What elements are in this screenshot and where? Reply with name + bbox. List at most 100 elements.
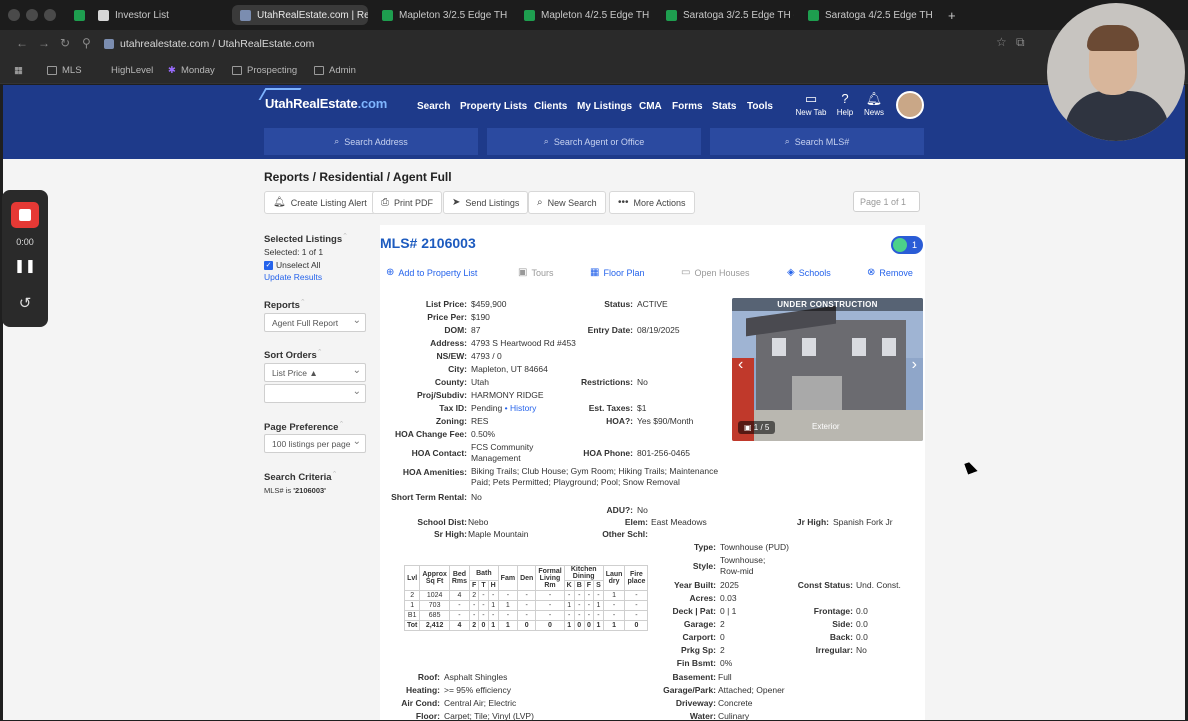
new-tab-tool[interactable]: ▭ New Tab xyxy=(794,92,828,118)
send-listings-button[interactable]: ➤ Send Listings xyxy=(443,191,529,214)
field-label: Sr High: xyxy=(433,529,467,539)
new-tab-button[interactable]: + xyxy=(940,5,960,25)
button-label: Send Listings xyxy=(465,197,520,208)
reload-icon[interactable]: ↻ xyxy=(60,36,70,50)
search-icon: ⌕ xyxy=(537,197,543,208)
bookmark-admin[interactable]: Admin xyxy=(314,65,356,76)
floor-plan-button[interactable]: ▦ Floor Plan xyxy=(590,267,644,278)
unselect-all-checkbox[interactable]: ✓ Unselect All xyxy=(264,260,320,271)
extensions-icon[interactable]: ⧉ xyxy=(1016,35,1025,50)
short-term-rental-value: No xyxy=(471,492,482,502)
mls-number-title[interactable]: MLS# 2106003 xyxy=(380,235,476,251)
print-pdf-button[interactable]: ⎙ Print PDF xyxy=(372,191,443,214)
search-agent-field[interactable]: ⌕ Search Agent or Office xyxy=(487,128,701,155)
bookmark-mls[interactable]: MLS xyxy=(47,65,82,76)
nav-clients[interactable]: Clients xyxy=(534,101,567,112)
nav-my-listings[interactable]: My Listings xyxy=(577,101,632,112)
history-link[interactable]: History xyxy=(510,403,536,413)
checkbox-checked-icon[interactable]: ✓ xyxy=(264,261,273,271)
search-criteria: MLS# is '2106003' xyxy=(264,486,326,495)
webcam-person-hair xyxy=(1087,25,1139,51)
photo-prev-icon[interactable]: ‹ xyxy=(738,356,743,374)
sort-order-select[interactable]: List Price ▲ xyxy=(264,363,366,382)
avatar[interactable] xyxy=(896,91,924,119)
sr-high-link[interactable]: Maple Mountain xyxy=(468,529,528,539)
table-row: 1 703- - -1 1- -1- -1- - xyxy=(403,600,649,611)
add-to-property-list-button[interactable]: ⊕ Add to Property List xyxy=(386,267,477,278)
subdivision-value: HARMONY RIDGE xyxy=(471,390,544,400)
bookmark-star-icon[interactable]: ☆ xyxy=(996,35,1007,49)
page-preference-select[interactable]: 100 listings per page xyxy=(264,434,366,453)
select-listing-toggle[interactable]: 1 xyxy=(891,236,923,254)
site-info-icon[interactable]: ⚲ xyxy=(82,36,91,50)
url-field[interactable]: utahrealestate.com / UtahRealEstate.com xyxy=(104,34,1034,54)
garage-park-value: Attached; Opener xyxy=(718,685,785,695)
new-search-button[interactable]: ⌕ New Search xyxy=(528,191,606,214)
list-price-value[interactable]: $459,900 xyxy=(471,299,506,309)
sort-order-select-2[interactable] xyxy=(264,384,366,403)
pause-icon[interactable]: ❚❚ xyxy=(2,258,48,274)
remove-button[interactable]: ⊗ Remove xyxy=(867,267,913,278)
update-results-link[interactable]: Update Results xyxy=(264,272,322,282)
col-header: Lvl xyxy=(403,565,421,591)
tours-button[interactable]: ▣ Tours xyxy=(518,267,553,278)
elementary-link[interactable]: East Meadows xyxy=(651,517,707,527)
address-link[interactable]: 4793 S Heartwood Rd #453 xyxy=(471,338,576,348)
nav-stats[interactable]: Stats xyxy=(712,101,736,112)
close-window-icon[interactable] xyxy=(8,9,20,21)
selected-count: Selected: 1 of 1 xyxy=(264,247,324,257)
webcam-overlay[interactable] xyxy=(1047,3,1185,141)
tab-mapleton-3[interactable]: Mapleton 3/2.5 Edge TH - G xyxy=(374,5,510,25)
reports-heading: Reports⌃ xyxy=(264,299,306,312)
nav-property-lists[interactable]: Property Lists xyxy=(460,101,527,112)
field-label: Heating: xyxy=(406,685,440,695)
tours-icon: ▣ xyxy=(518,267,528,278)
open-houses-button[interactable]: ▭ Open Houses xyxy=(681,267,750,278)
search-address-field[interactable]: ⌕ Search Address xyxy=(264,128,478,155)
tab-mapleton-4[interactable]: Mapleton 4/2.5 Edge TH - G xyxy=(516,5,652,25)
tab-saratoga-3[interactable]: Saratoga 3/2.5 Edge TH - G xyxy=(658,5,794,25)
more-actions-button[interactable]: ••• More Actions xyxy=(609,191,695,214)
side-value: 0.0 xyxy=(856,619,868,629)
tab-utahrealestate[interactable]: UtahRealEstate.com | Repo xyxy=(232,5,368,25)
tab-label: Saratoga 4/2.5 Edge TH - G xyxy=(825,9,936,21)
photo-next-icon[interactable]: › xyxy=(912,356,917,374)
stop-recording-button[interactable] xyxy=(11,202,39,228)
forward-icon[interactable]: → xyxy=(38,36,50,50)
tab-saratoga-4[interactable]: Saratoga 4/2.5 Edge TH - G xyxy=(800,5,936,25)
search-mls-field[interactable]: ⌕ Search MLS# xyxy=(710,128,924,155)
zoning-value: RES xyxy=(471,416,489,426)
photo-window xyxy=(772,338,786,356)
site-logo[interactable]: UtahRealEstate.com xyxy=(258,88,387,111)
maximize-window-icon[interactable] xyxy=(44,9,56,21)
dom-value: 87 xyxy=(471,325,481,335)
back-icon[interactable]: ← xyxy=(16,36,28,50)
nav-tools[interactable]: Tools xyxy=(747,101,773,112)
bookmark-monday[interactable]: ✱ Monday xyxy=(168,65,215,76)
table-row: B1 685- - - - - - - - - - - - - xyxy=(403,610,649,621)
create-listing-alert-button[interactable]: 🔔︎ Create Listing Alert xyxy=(264,191,376,214)
school-district-link[interactable]: Nebo xyxy=(468,517,488,527)
nav-search[interactable]: Search xyxy=(417,101,450,112)
bookmark-highlevel[interactable]: HighLevel xyxy=(111,65,153,76)
apps-icon[interactable]: ▦ xyxy=(14,65,23,76)
nav-forms[interactable]: Forms xyxy=(672,101,703,112)
listing-photo[interactable]: UNDER CONSTRUCTION ‹ › ▣ 1 / 5 Exterior xyxy=(732,298,923,441)
add-list-icon: ⊕ xyxy=(386,267,395,278)
field-label: Side: xyxy=(832,619,853,629)
jr-high-link[interactable]: Spanish Fork Jr xyxy=(833,517,893,527)
table-row: 2 1024 4 2- - - - - - - - -1- xyxy=(403,590,649,601)
reports-select[interactable]: Agent Full Report xyxy=(264,313,366,332)
nav-cma[interactable]: CMA xyxy=(639,101,662,112)
minimize-window-icon[interactable] xyxy=(26,9,38,21)
pagination-select[interactable]: Page 1 of 1 xyxy=(853,191,920,212)
news-tool[interactable]: 🔔︎ News xyxy=(857,92,891,118)
restart-icon[interactable]: ↺ xyxy=(2,294,48,312)
bookmark-prospecting[interactable]: Prospecting xyxy=(232,65,297,76)
field-label: City: xyxy=(448,364,467,374)
breadcrumb: Reports / Residential / Agent Full xyxy=(264,170,452,184)
schools-button[interactable]: ◈ Schools xyxy=(787,267,831,278)
field-label: Zoning: xyxy=(435,416,467,426)
basement-value: Full xyxy=(718,672,732,682)
tab-investor-list[interactable]: Investor List xyxy=(90,5,222,25)
